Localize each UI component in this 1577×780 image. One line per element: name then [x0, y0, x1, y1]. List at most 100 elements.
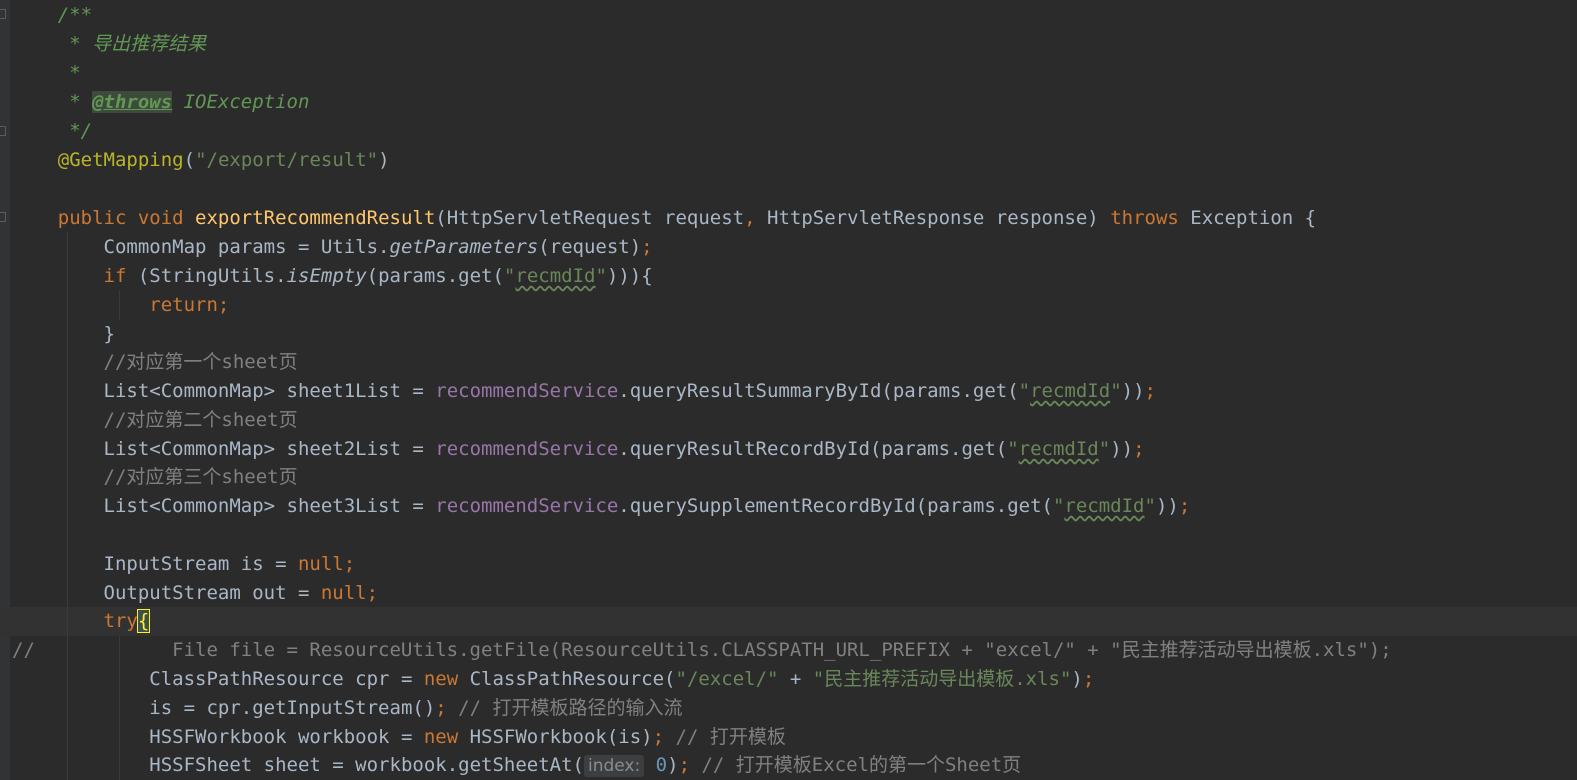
- javadoc-throws-tag: @throws: [92, 91, 173, 113]
- editor-gutter[interactable]: [0, 0, 10, 780]
- javadoc-text: *: [57, 91, 93, 113]
- code-line[interactable]: is = cpr.getInputStream(); // 打开模板路径的输入流: [12, 694, 682, 723]
- fold-marker-icon[interactable]: [0, 126, 6, 136]
- code-line[interactable]: ClassPathResource cpr = new ClassPathRes…: [12, 665, 1094, 694]
- code-line[interactable]: public void exportRecommendResult(HttpSe…: [12, 204, 1316, 233]
- code-line[interactable]: //对应第三个sheet页: [12, 463, 298, 492]
- code-token: (StringUtils.: [126, 265, 287, 287]
- line-comment: // 打开模板: [664, 726, 786, 748]
- string-literal: ": [1098, 438, 1111, 460]
- string-literal: "/excel/": [675, 668, 779, 690]
- line-comment: // 打开模板Excel的第一个Sheet页: [690, 754, 1022, 776]
- code-token: ClassPathResource cpr =: [149, 668, 424, 690]
- string-literal: ": [595, 265, 607, 287]
- method-name: exportRecommendResult: [195, 207, 436, 229]
- code-token: List<CommonMap> sheet3List =: [103, 495, 436, 517]
- field-reference: recommendService: [435, 380, 619, 402]
- string-literal: ": [1110, 380, 1122, 402]
- code-line[interactable]: if (StringUtils.isEmpty(params.get("recm…: [12, 262, 653, 291]
- parameter-hint: index:: [583, 755, 645, 777]
- code-line[interactable]: List<CommonMap> sheet3List = recommendSe…: [12, 492, 1191, 521]
- javadoc-text: [12, 4, 58, 26]
- code-line[interactable]: HSSFSheet sheet = workbook.getSheetAt(in…: [12, 751, 1021, 780]
- code-token: HttpServletResponse response): [755, 207, 1111, 229]
- code-token: Exception {: [1178, 207, 1317, 229]
- code-token: )): [1155, 495, 1179, 517]
- code-line[interactable]: return;: [12, 291, 229, 320]
- code-token: ClassPathResource(: [458, 668, 676, 690]
- number-literal: 0: [644, 754, 668, 776]
- code-token: )): [1110, 438, 1134, 460]
- line-comment: // File file = ResourceUtils.getFile(Res…: [12, 639, 1392, 661]
- keyword: null;: [320, 582, 379, 604]
- code-line-current[interactable]: try{: [12, 607, 151, 636]
- string-literal: ": [1007, 438, 1019, 460]
- code-token: }: [103, 323, 115, 345]
- annotation: @GetMapping: [57, 149, 184, 171]
- code-token: )): [1121, 380, 1145, 402]
- code-line[interactable]: * @throws IOException: [12, 88, 309, 117]
- code-line[interactable]: */: [12, 117, 92, 146]
- semicolon: ;: [1133, 438, 1145, 460]
- code-editor[interactable]: /** * 导出推荐结果 * * @throws IOException */ …: [0, 0, 1577, 780]
- code-token: ): [667, 754, 679, 776]
- code-line[interactable]: }: [12, 320, 115, 349]
- code-token: ): [1071, 668, 1083, 690]
- string-literal: "民主推荐活动导出模板.xls": [812, 668, 1072, 690]
- code-token: (request): [538, 236, 642, 258]
- semicolon: ;: [641, 236, 653, 258]
- code-token: .querySupplementRecordById(params.get(: [618, 495, 1053, 517]
- string-literal: recmdId: [1018, 438, 1099, 460]
- static-method-call: getParameters: [389, 236, 539, 258]
- code-line[interactable]: OutputStream out = null;: [12, 579, 379, 608]
- code-line[interactable]: /**: [12, 1, 92, 30]
- field-reference: recommendService: [435, 438, 619, 460]
- code-token: .queryResultRecordById(params.get(: [618, 438, 1008, 460]
- string-literal: recmdId: [1030, 380, 1111, 402]
- code-line[interactable]: InputStream is = null;: [12, 550, 356, 579]
- code-line[interactable]: @GetMapping("/export/result"): [12, 146, 390, 175]
- code-token: is = cpr.getInputStream(): [149, 697, 436, 719]
- fold-marker-icon[interactable]: [0, 212, 6, 222]
- keyword: void: [126, 207, 196, 229]
- code-line[interactable]: List<CommonMap> sheet2List = recommendSe…: [12, 435, 1145, 464]
- code-token: (HttpServletRequest request: [435, 207, 745, 229]
- keyword: try: [103, 610, 138, 632]
- code-token: InputStream is =: [103, 553, 298, 575]
- code-token: List<CommonMap> sheet1List =: [103, 380, 436, 402]
- semicolon: ;: [1178, 495, 1191, 517]
- code-line[interactable]: * 导出推荐结果: [12, 30, 206, 59]
- code-line[interactable]: //对应第二个sheet页: [12, 406, 298, 435]
- javadoc-text: */: [57, 120, 93, 142]
- string-literal: recmdId: [1064, 495, 1145, 517]
- string-literal: ": [1052, 495, 1065, 517]
- static-method-call: isEmpty: [286, 265, 367, 287]
- code-line[interactable]: List<CommonMap> sheet1List = recommendSe…: [12, 377, 1156, 406]
- semicolon: ;: [435, 697, 447, 719]
- code-token: ): [378, 149, 390, 171]
- code-line[interactable]: *: [12, 59, 81, 88]
- code-token: ,: [744, 207, 756, 229]
- keyword: new: [423, 726, 459, 748]
- code-token: HSSFWorkbook workbook =: [149, 726, 424, 748]
- keyword: return;: [149, 294, 230, 316]
- code-line[interactable]: HSSFWorkbook workbook = new HSSFWorkbook…: [12, 723, 786, 752]
- javadoc-text: IOException: [172, 91, 310, 113]
- keyword: if: [103, 265, 127, 287]
- semicolon: ;: [1082, 668, 1095, 690]
- current-line-highlight: [0, 607, 1577, 636]
- code-line[interactable]: // File file = ResourceUtils.getFile(Res…: [12, 636, 1392, 665]
- javadoc-text: * 导出推荐结果: [57, 33, 207, 55]
- fold-marker-icon[interactable]: [0, 9, 6, 19]
- code-token: CommonMap params = Utils.: [103, 236, 390, 258]
- javadoc-text: *: [57, 62, 81, 84]
- semicolon: ;: [1144, 380, 1156, 402]
- javadoc-text: /**: [57, 4, 93, 26]
- code-line[interactable]: CommonMap params = Utils.getParameters(r…: [12, 233, 653, 262]
- line-comment: // 打开模板路径的输入流: [446, 697, 683, 719]
- code-line[interactable]: //对应第一个sheet页: [12, 348, 298, 377]
- line-comment: //对应第三个sheet页: [103, 466, 298, 488]
- keyword: public: [57, 207, 127, 229]
- code-token: List<CommonMap> sheet2List =: [103, 438, 436, 460]
- line-comment: //对应第一个sheet页: [103, 351, 298, 373]
